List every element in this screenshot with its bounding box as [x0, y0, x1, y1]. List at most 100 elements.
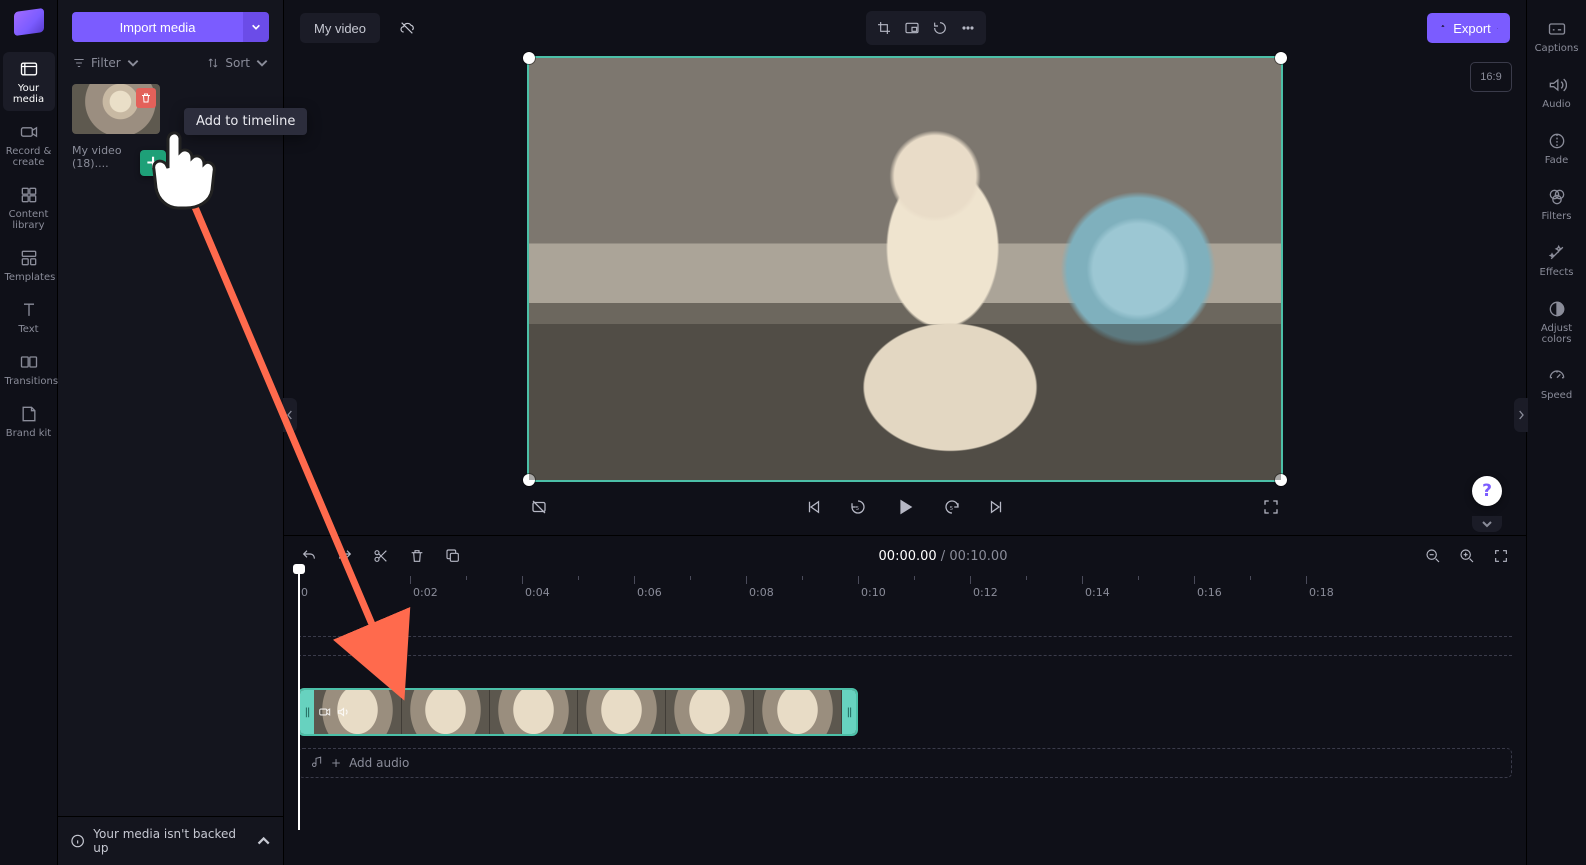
audio-icon [336, 705, 350, 719]
media-thumbnail[interactable]: + My video (18).... [72, 84, 160, 170]
cloud-off-icon [399, 20, 415, 36]
rail-transitions[interactable]: Transitions [3, 345, 55, 393]
timeline-clip[interactable]: My video (18).mp4 || || [298, 688, 858, 736]
video-icon [318, 705, 332, 719]
text-icon [5, 299, 53, 321]
project-title[interactable]: My video [300, 13, 380, 43]
rail-label: Effects [1532, 267, 1582, 278]
right-rail: Captions Audio Fade Filters Effects Adju… [1526, 0, 1586, 865]
import-media-button[interactable]: Import media [72, 12, 243, 42]
crop-button[interactable] [870, 15, 898, 41]
library-icon [5, 184, 53, 206]
playhead[interactable] [298, 570, 300, 830]
play-icon [894, 496, 916, 518]
rail-audio[interactable]: Audio [1530, 66, 1584, 118]
resize-handle[interactable] [1275, 474, 1287, 486]
frame-off-icon [530, 498, 548, 516]
left-rail: Your media Record & create Content libra… [0, 0, 58, 865]
add-to-timeline-button[interactable]: + [140, 150, 166, 176]
export-button[interactable]: Export [1427, 13, 1510, 43]
center-area: My video Export [284, 0, 1526, 865]
captions-icon [1532, 18, 1582, 40]
pip-button[interactable] [898, 15, 926, 41]
chevron-down-icon [1497, 24, 1498, 33]
rail-templates[interactable]: Templates [3, 241, 55, 289]
fit-button[interactable] [1490, 545, 1512, 567]
rail-label: Adjust colors [1532, 323, 1582, 345]
timeline-ruler[interactable]: 00:020:040:060:080:100:120:140:160:18 [298, 576, 1512, 600]
rail-colors[interactable]: Adjust colors [1530, 290, 1584, 353]
more-icon [960, 20, 976, 36]
rail-label: Brand kit [5, 428, 53, 439]
clip-trim-left[interactable]: || [300, 690, 314, 734]
timeline-toolbar: 00:00.00 / 00:10.00 [284, 536, 1526, 576]
resize-handle[interactable] [523, 474, 535, 486]
remove-background-button[interactable] [527, 495, 551, 519]
redo-button[interactable] [334, 545, 356, 567]
templates-icon [5, 247, 53, 269]
skip-start-button[interactable] [802, 495, 826, 519]
fullscreen-button[interactable] [1259, 495, 1283, 519]
fade-icon [1532, 130, 1582, 152]
trash-icon [140, 92, 152, 104]
crop-icon [876, 20, 892, 36]
rail-fade[interactable]: Fade [1530, 122, 1584, 174]
more-button[interactable] [954, 15, 982, 41]
skip-end-button[interactable] [984, 495, 1008, 519]
timeline-tracks[interactable]: My video (18).mp4 || || + Add audio [298, 618, 1512, 865]
rail-library[interactable]: Content library [3, 178, 55, 237]
rail-your-media[interactable]: Your media [3, 52, 55, 111]
zoom-out-icon [1425, 548, 1441, 564]
info-icon [70, 833, 85, 849]
add-audio-track[interactable]: + Add audio [298, 748, 1512, 778]
expand-panel-button[interactable] [1472, 516, 1502, 532]
redo-icon [337, 548, 353, 564]
zoom-out-button[interactable] [1422, 545, 1444, 567]
sort-button[interactable]: Sort [206, 56, 269, 70]
resize-handle[interactable] [523, 52, 535, 64]
play-button[interactable] [890, 492, 920, 522]
filter-button[interactable]: Filter [72, 56, 140, 70]
skip-back-icon [805, 498, 823, 516]
rail-filters[interactable]: Filters [1530, 178, 1584, 230]
import-dropdown-button[interactable] [243, 12, 269, 42]
collapse-right-panel[interactable] [1514, 398, 1528, 432]
rail-speed[interactable]: Speed [1530, 357, 1584, 409]
copy-icon [445, 548, 461, 564]
rail-captions[interactable]: Captions [1530, 10, 1584, 62]
backup-text: Your media isn't backed up [93, 827, 247, 855]
player-controls: 5 5 [527, 492, 1283, 522]
rotate-button[interactable] [926, 15, 954, 41]
rail-label: Speed [1532, 390, 1582, 401]
forward-button[interactable]: 5 [940, 495, 964, 519]
cloud-off-button[interactable] [390, 13, 424, 43]
rail-effects[interactable]: Effects [1530, 234, 1584, 286]
resize-handle[interactable] [1275, 52, 1287, 64]
rail-label: Filters [1532, 211, 1582, 222]
rail-label: Transitions [5, 376, 53, 387]
rewind-button[interactable]: 5 [846, 495, 870, 519]
split-button[interactable] [370, 545, 392, 567]
duplicate-button[interactable] [442, 545, 464, 567]
delete-button[interactable] [406, 545, 428, 567]
video-preview[interactable] [527, 56, 1283, 482]
rail-label: Audio [1532, 99, 1582, 110]
contrast-icon [1532, 298, 1582, 320]
help-button[interactable]: ? [1472, 476, 1502, 506]
zoom-in-button[interactable] [1456, 545, 1478, 567]
rail-record[interactable]: Record & create [3, 115, 55, 174]
rail-brand[interactable]: Brand kit [3, 397, 55, 445]
backup-bar[interactable]: Your media isn't backed up [58, 816, 283, 865]
rotate-icon [932, 20, 948, 36]
trash-icon [409, 548, 425, 564]
pip-icon [904, 20, 920, 36]
app-logo [14, 8, 44, 36]
speed-icon [1532, 365, 1582, 387]
clip-trim-right[interactable]: || [842, 690, 856, 734]
rail-label: Record & create [5, 146, 53, 168]
rail-text[interactable]: Text [3, 293, 55, 341]
delete-media-button[interactable] [136, 88, 156, 108]
collapse-left-panel[interactable] [283, 398, 297, 432]
film-icon [5, 58, 53, 80]
upload-icon [1439, 24, 1447, 32]
